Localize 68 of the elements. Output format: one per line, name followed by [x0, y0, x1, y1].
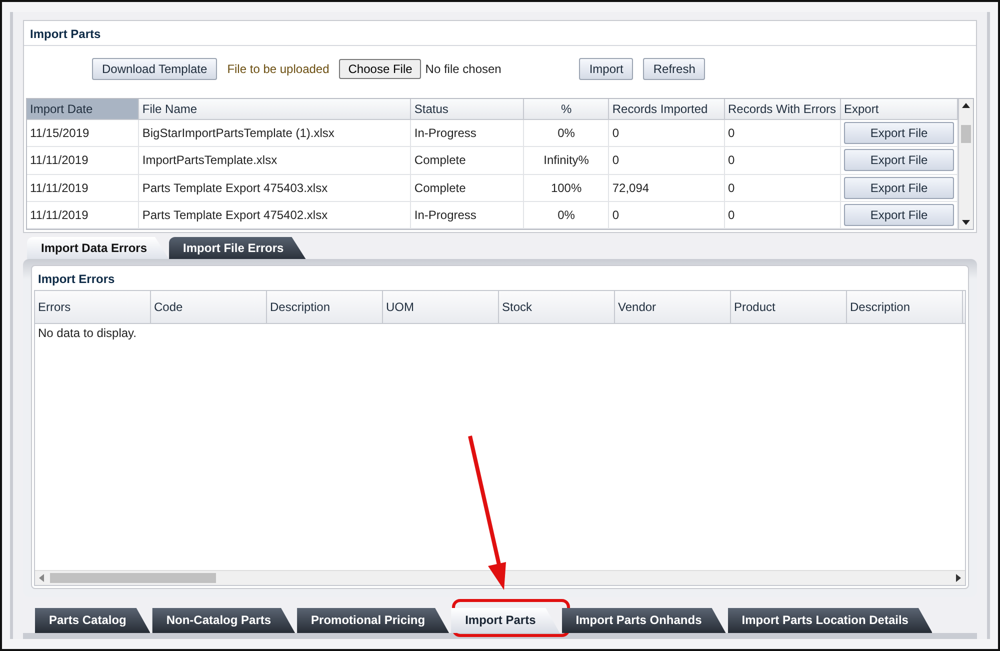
export-file-button[interactable]: Export File: [844, 122, 954, 144]
vertical-scrollbar[interactable]: [958, 99, 973, 229]
download-template-button[interactable]: Download Template: [92, 58, 218, 80]
export-file-button[interactable]: Export File: [844, 204, 954, 226]
table-cell: Infinity%: [524, 146, 609, 174]
table-cell: Complete: [410, 146, 524, 174]
horizontal-scrollbar[interactable]: [35, 570, 965, 585]
tab[interactable]: Parts Catalog: [35, 608, 150, 633]
column-header[interactable]: %: [524, 99, 609, 120]
column-header[interactable]: Stock: [499, 291, 615, 323]
table-cell: 0: [724, 120, 840, 147]
choose-file-button[interactable]: Choose File: [339, 59, 422, 79]
table-cell: 0: [608, 201, 724, 228]
tab[interactable]: Promotional Pricing: [297, 608, 450, 633]
table-cell: 11/11/2019: [27, 201, 139, 228]
export-file-button[interactable]: Export File: [844, 149, 954, 172]
table-cell: ImportPartsTemplate.xlsx: [138, 146, 411, 174]
refresh-button[interactable]: Refresh: [643, 58, 706, 80]
panel-title: Import Parts: [24, 21, 976, 46]
column-header[interactable]: Records With Errors: [724, 99, 840, 120]
table-cell: 0: [608, 120, 724, 147]
table-cell: 0: [724, 146, 840, 174]
table-cell: 0%: [524, 120, 609, 147]
table-cell: In-Progress: [410, 120, 524, 147]
column-header[interactable]: Vendor: [615, 291, 731, 323]
table-cell: BigStarImportPartsTemplate (1).xlsx: [138, 120, 411, 147]
table-cell: Complete: [410, 174, 524, 202]
column-header[interactable]: Product: [731, 291, 847, 323]
column-header[interactable]: Import Date: [27, 99, 139, 120]
column-header[interactable]: File Name: [138, 99, 411, 120]
table-cell: Parts Template Export 475403.xlsx: [138, 174, 411, 202]
column-header[interactable]: Export: [840, 99, 958, 120]
file-status: No file chosen: [425, 62, 502, 76]
export-file-button[interactable]: Export File: [844, 176, 954, 199]
column-header[interactable]: UOM: [383, 291, 499, 323]
panel-title: Import Errors: [37, 271, 116, 288]
empty-message: No data to display.: [38, 326, 137, 340]
scroll-thumb[interactable]: [50, 573, 216, 583]
upload-label: File to be uploaded: [227, 62, 330, 76]
table-cell: 11/11/2019: [27, 174, 139, 202]
tab[interactable]: Import File Errors: [169, 237, 306, 259]
table-cell: 11/15/2019: [27, 120, 139, 147]
table-cell: Parts Template Export 475402.xlsx: [138, 201, 411, 228]
column-header[interactable]: Code: [151, 291, 267, 323]
scroll-thumb[interactable]: [961, 125, 971, 143]
table-cell: 0: [608, 146, 724, 174]
down-arrow-icon[interactable]: [962, 220, 970, 225]
tab[interactable]: Import Parts Location Details: [728, 608, 932, 633]
tab[interactable]: Import Data Errors: [27, 237, 170, 259]
tab[interactable]: Non-Catalog Parts: [152, 608, 296, 633]
table-cell: 100%: [524, 174, 609, 202]
table-cell: In-Progress: [410, 201, 524, 228]
table-cell: 0%: [524, 201, 609, 228]
tab[interactable]: Import Parts Onhands: [562, 608, 726, 633]
right-arrow-icon[interactable]: [956, 574, 961, 582]
import-button[interactable]: Import: [579, 58, 634, 80]
table-cell: 0: [724, 201, 840, 228]
column-header[interactable]: Status: [410, 99, 524, 120]
left-arrow-icon[interactable]: [39, 574, 44, 582]
tab[interactable]: Import Parts: [451, 608, 560, 633]
column-header[interactable]: Description: [847, 291, 963, 323]
table-cell: 0: [724, 174, 840, 202]
column-header[interactable]: Description: [267, 291, 383, 323]
table-cell: 11/11/2019: [27, 146, 139, 174]
table-cell: 72,094: [608, 174, 724, 202]
column-header[interactable]: Records Imported: [608, 99, 724, 120]
up-arrow-icon[interactable]: [962, 103, 970, 108]
column-header[interactable]: Errors: [35, 291, 151, 323]
